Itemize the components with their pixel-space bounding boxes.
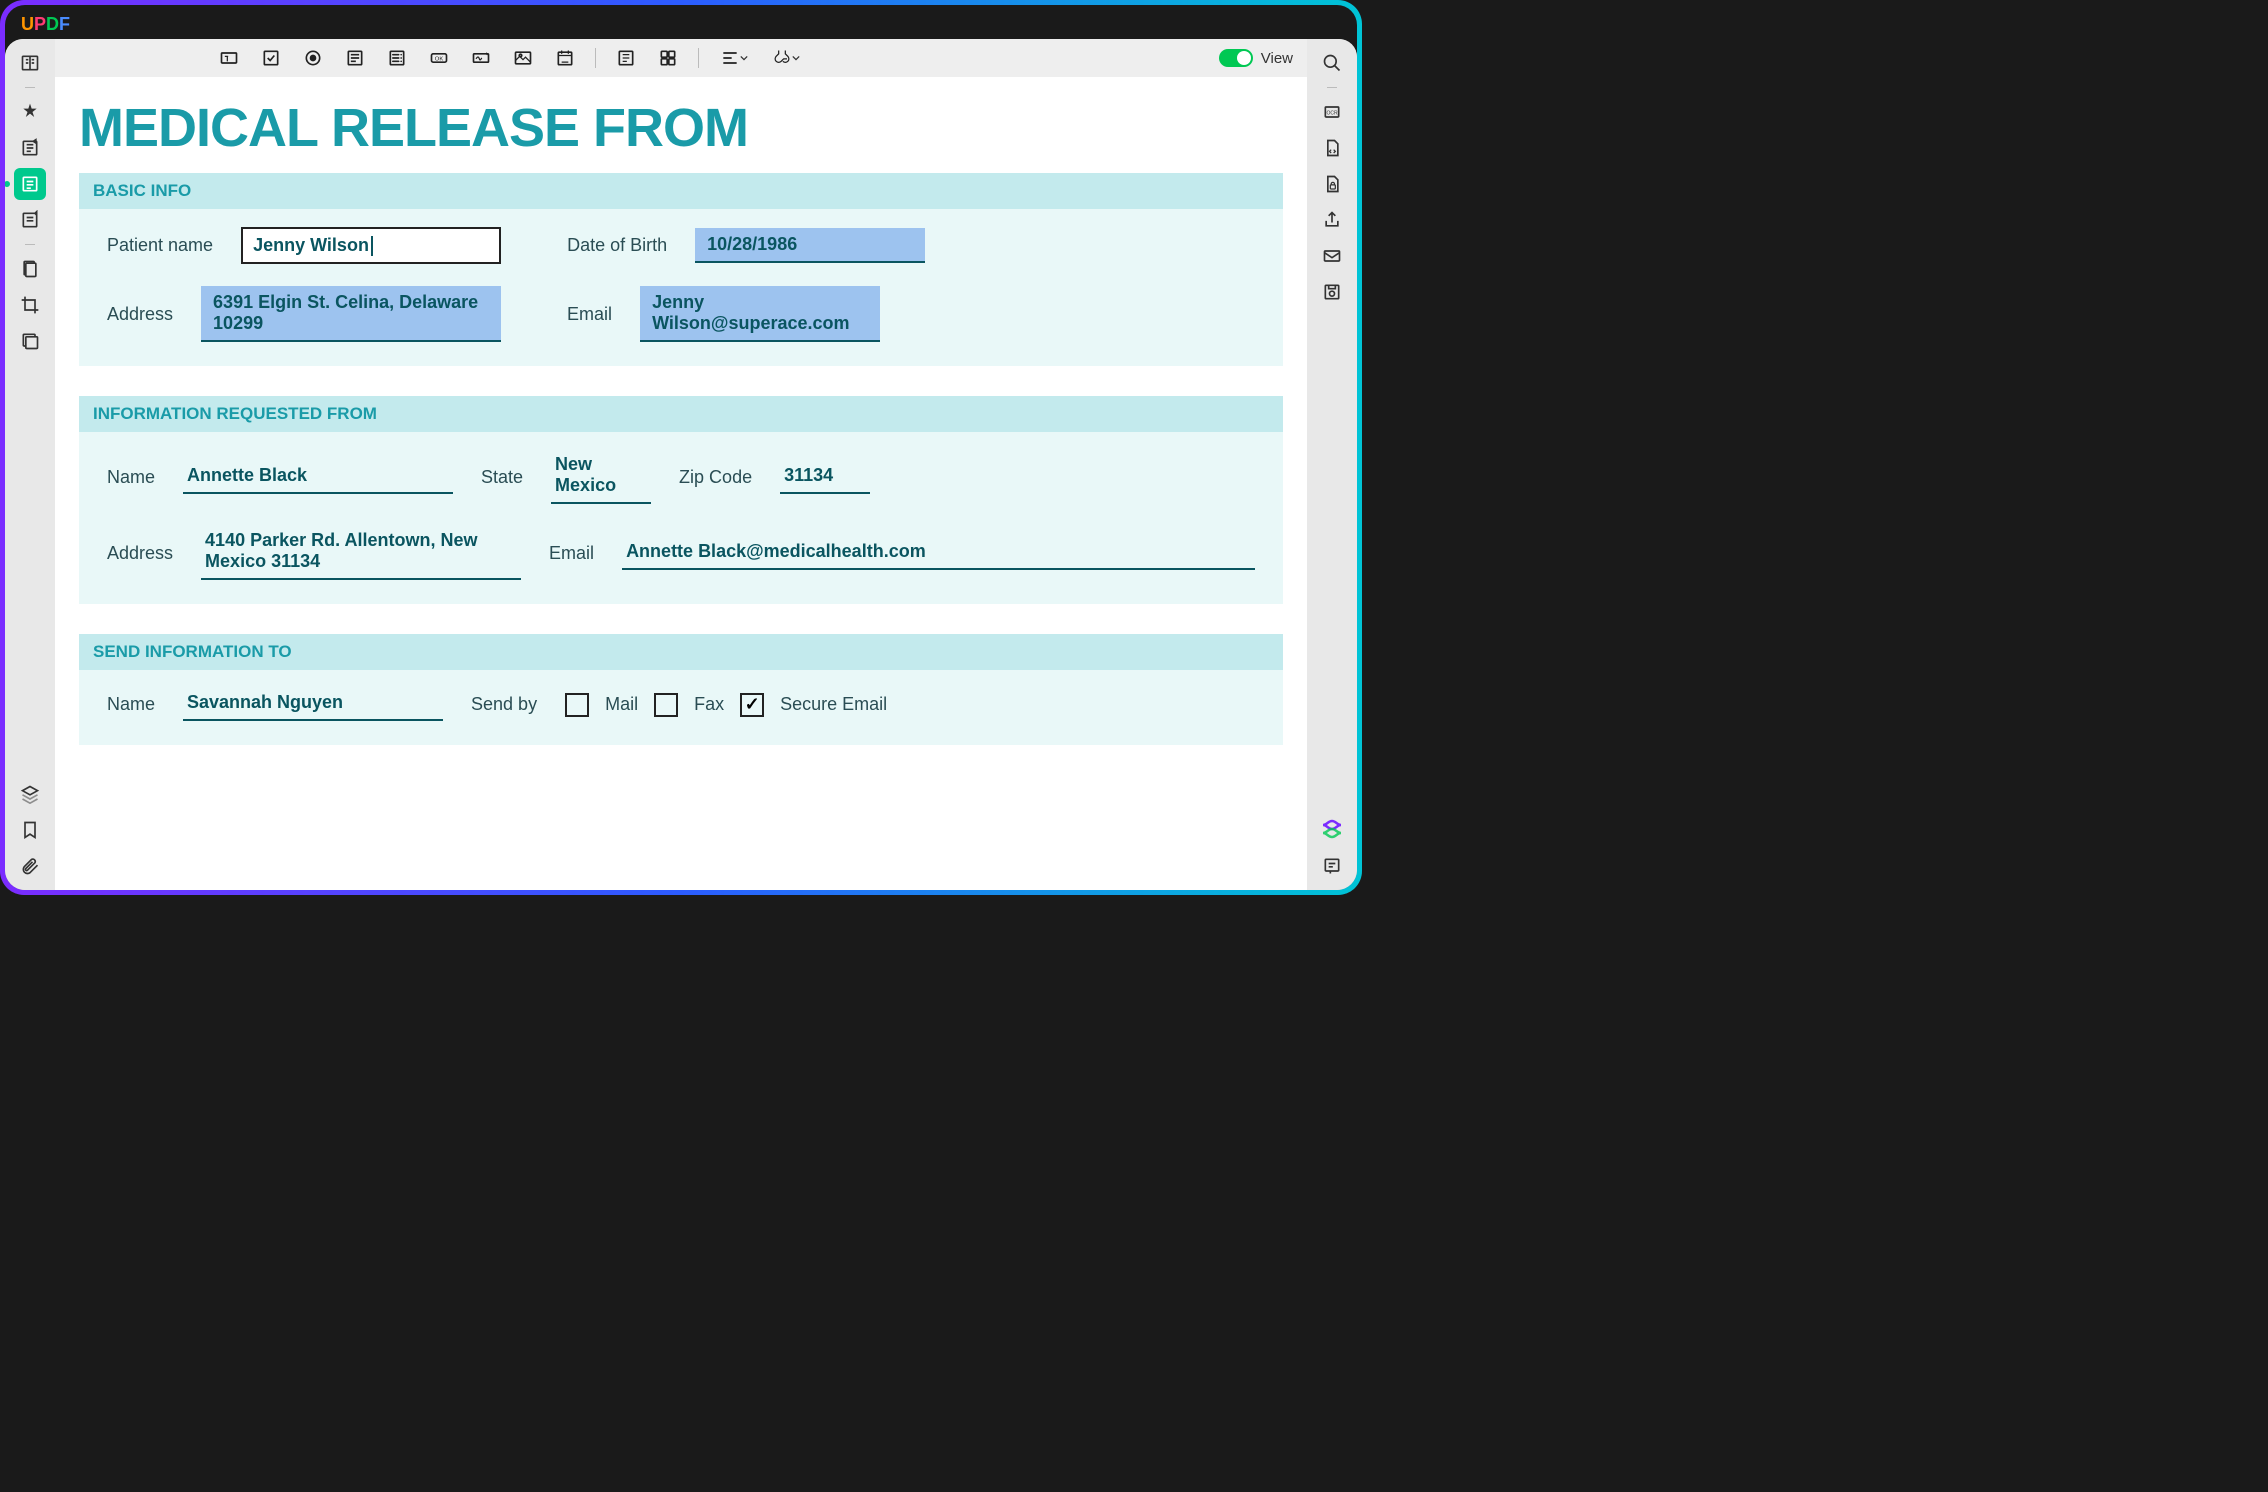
section-body-requested: Name Annette Black State New Mexico Zip … <box>79 432 1283 604</box>
patient-name-label: Patient name <box>107 235 213 256</box>
fax-label: Fax <box>694 694 724 715</box>
fax-checkbox[interactable] <box>654 693 678 717</box>
sign-mode-button[interactable] <box>14 204 46 236</box>
form-recognition-tool[interactable] <box>614 46 638 70</box>
dob-label: Date of Birth <box>567 235 667 256</box>
bookmark-button[interactable] <box>14 814 46 846</box>
req-address-field[interactable]: 4140 Parker Rd. Allentown, New Mexico 31… <box>201 526 521 580</box>
left-sidebar <box>5 39 55 890</box>
section-header-basic-info: BASIC INFO <box>79 173 1283 209</box>
patient-name-input[interactable]: Jenny Wilson <box>241 227 501 264</box>
dropdown-tool[interactable] <box>343 46 367 70</box>
secure-email-label: Secure Email <box>780 694 887 715</box>
view-switch-icon <box>1219 49 1253 67</box>
right-sidebar: OCR <box>1307 39 1357 890</box>
email-button[interactable] <box>1316 240 1348 272</box>
svg-text:OK: OK <box>435 57 444 63</box>
dob-field[interactable]: 10/28/1986 <box>695 228 925 263</box>
listbox-tool[interactable] <box>385 46 409 70</box>
mail-label: Mail <box>605 694 638 715</box>
signature-tool[interactable] <box>469 46 493 70</box>
tools-dropdown[interactable] <box>769 46 803 70</box>
view-toggle[interactable]: View <box>1219 49 1293 67</box>
page-mode-button[interactable] <box>14 253 46 285</box>
req-email-field[interactable]: Annette Black@medicalhealth.com <box>622 537 1255 570</box>
date-field-tool[interactable] <box>553 46 577 70</box>
view-toggle-label: View <box>1261 50 1293 67</box>
send-name-label: Name <box>107 694 155 715</box>
title-bar: UPDF <box>5 5 1357 35</box>
address-field[interactable]: 6391 Elgin St. Celina, Delaware 10299 <box>201 286 501 342</box>
req-name-label: Name <box>107 467 155 488</box>
redact-mode-button[interactable] <box>14 325 46 357</box>
app-logo: UPDF <box>21 14 70 35</box>
save-button[interactable] <box>1316 276 1348 308</box>
protect-button[interactable] <box>1316 168 1348 200</box>
document-canvas[interactable]: MEDICAL RELEASE FROM BASIC INFO Patient … <box>55 77 1307 890</box>
req-email-label: Email <box>549 543 594 564</box>
ai-button[interactable] <box>1316 814 1348 846</box>
document-title: MEDICAL RELEASE FROM <box>79 97 1283 159</box>
button-tool[interactable]: OK <box>427 46 451 70</box>
section-body-basic-info: Patient name Jenny Wilson Date of Birth … <box>79 209 1283 366</box>
address-label: Address <box>107 304 173 325</box>
req-zip-label: Zip Code <box>679 467 752 488</box>
form-mode-button[interactable] <box>14 168 46 200</box>
layers-button[interactable] <box>14 778 46 810</box>
edit-mode-button[interactable] <box>14 132 46 164</box>
crop-mode-button[interactable] <box>14 289 46 321</box>
send-by-label: Send by <box>471 694 537 715</box>
more-fields-tool[interactable] <box>656 46 680 70</box>
text-field-tool[interactable] <box>217 46 241 70</box>
app-window: UPDF <box>5 5 1357 890</box>
req-zip-field[interactable]: 31134 <box>780 461 870 494</box>
req-state-field[interactable]: New Mexico <box>551 450 651 504</box>
align-tool[interactable] <box>717 46 751 70</box>
checkbox-tool[interactable] <box>259 46 283 70</box>
req-state-label: State <box>481 467 523 488</box>
email-label: Email <box>567 304 612 325</box>
radio-tool[interactable] <box>301 46 325 70</box>
convert-button[interactable] <box>1316 132 1348 164</box>
image-field-tool[interactable] <box>511 46 535 70</box>
send-name-field[interactable]: Savannah Nguyen <box>183 688 443 721</box>
reader-mode-button[interactable] <box>14 47 46 79</box>
svg-text:OCR: OCR <box>1326 111 1338 117</box>
comment-mode-button[interactable] <box>14 96 46 128</box>
note-button[interactable] <box>1316 850 1348 882</box>
mail-checkbox[interactable] <box>565 693 589 717</box>
search-button[interactable] <box>1316 47 1348 79</box>
share-button[interactable] <box>1316 204 1348 236</box>
section-header-requested: INFORMATION REQUESTED FROM <box>79 396 1283 432</box>
req-address-label: Address <box>107 543 173 564</box>
secure-email-checkbox[interactable]: ✓ <box>740 693 764 717</box>
email-field[interactable]: Jenny Wilson@superace.com <box>640 286 880 342</box>
req-name-field[interactable]: Annette Black <box>183 461 453 494</box>
form-toolbar: OK <box>55 39 1307 77</box>
section-body-sendto: Name Savannah Nguyen Send by Mail Fax ✓ … <box>79 670 1283 745</box>
attachment-button[interactable] <box>14 850 46 882</box>
section-header-sendto: SEND INFORMATION TO <box>79 634 1283 670</box>
ocr-button[interactable]: OCR <box>1316 96 1348 128</box>
